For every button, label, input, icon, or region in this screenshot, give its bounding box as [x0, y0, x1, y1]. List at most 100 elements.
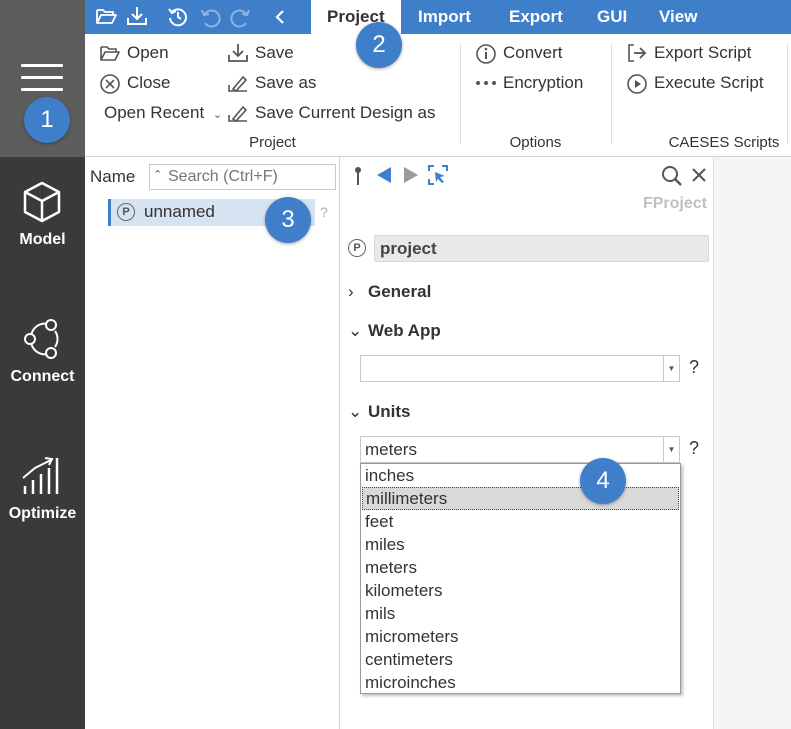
ribbon-divider [787, 44, 788, 144]
web-app-help-icon[interactable]: ? [689, 357, 699, 378]
execute-script-label: Execute Script [654, 73, 764, 92]
group-label-scripts: CAESES Scripts [668, 134, 780, 151]
download-icon [228, 44, 248, 62]
section-web-app-label: Web App [368, 321, 441, 340]
sidebar-item-label: Connect [10, 368, 75, 385]
tree-help-icon[interactable]: ? [320, 204, 328, 220]
more-dots-icon [476, 81, 496, 85]
close-circle-icon [100, 74, 120, 94]
back-arrow-icon[interactable] [376, 166, 392, 184]
open-label: Open [127, 43, 169, 62]
save-label: Save [255, 43, 294, 62]
units-option-meters[interactable]: meters [362, 556, 679, 579]
history-icon[interactable] [167, 6, 189, 28]
sidebar-item-optimize[interactable]: Optimize [0, 454, 85, 554]
units-option-kilometers[interactable]: kilometers [362, 579, 679, 602]
pen-save-icon [228, 105, 248, 123]
play-icon [627, 74, 647, 94]
export-script-label: Export Script [654, 43, 752, 62]
pin-icon[interactable] [353, 166, 363, 186]
web-app-select[interactable]: ▼ [360, 355, 680, 382]
folder-open-icon [100, 46, 120, 61]
project-type-icon: P [348, 239, 366, 257]
callout-badge-3: 3 [265, 197, 311, 243]
connect-icon [24, 319, 59, 359]
chart-bars-icon [22, 457, 59, 494]
menu-tab-bar: Project Import Export GUI View [85, 0, 791, 34]
units-option-micrometers[interactable]: micrometers [362, 625, 679, 648]
units-dropdown-list: inches millimeters feet miles meters kil… [360, 463, 681, 694]
project-type-icon: P [117, 203, 135, 221]
hamburger-icon-line [21, 88, 63, 91]
export-icon [628, 44, 647, 62]
search-icon[interactable] [661, 165, 683, 187]
units-option-microinches[interactable]: microinches [362, 671, 679, 694]
chevron-down-icon: ⌄ [348, 321, 363, 340]
chevron-down-icon: ⌄ [212, 109, 223, 121]
redo-icon[interactable] [230, 6, 252, 28]
object-type-label: FProject [642, 195, 707, 212]
dropdown-arrow-icon[interactable]: ▼ [663, 437, 679, 462]
callout-badge-2: 2 [356, 22, 402, 68]
close-label: Close [127, 73, 171, 92]
save-current-design-label: Save Current Design as [255, 103, 436, 122]
hamburger-icon [21, 64, 63, 67]
units-option-millimeters[interactable]: millimeters [362, 487, 679, 510]
dropdown-arrow-icon[interactable]: ▼ [663, 356, 679, 381]
search-input[interactable] [168, 167, 332, 187]
sidebar-item-model[interactable]: Model [0, 180, 85, 280]
save-as-label: Save as [255, 73, 317, 92]
tab-gui[interactable]: GUI [597, 0, 627, 34]
sidebar-item-label: Optimize [8, 505, 77, 522]
callout-badge-4: 4 [580, 458, 626, 504]
cube-icon [23, 181, 61, 223]
section-general[interactable]: › General [348, 282, 431, 302]
object-name-field[interactable]: project [374, 235, 709, 262]
group-label-options: Options [509, 134, 562, 151]
section-general-label: General [368, 282, 432, 301]
units-option-miles[interactable]: miles [362, 533, 679, 556]
units-option-inches[interactable]: inches [362, 464, 679, 487]
callout-badge-1: 1 [24, 97, 70, 143]
units-select-value: meters [365, 440, 417, 459]
chevron-right-icon: › [348, 282, 354, 301]
select-target-icon[interactable] [427, 164, 449, 186]
sidebar-item-label: Model [19, 231, 66, 248]
viewport-edge [713, 157, 791, 729]
units-option-mils[interactable]: mils [362, 602, 679, 625]
tree-item-label: unnamed [144, 202, 215, 221]
open-recent-dropdown[interactable]: Open Recent ⌄ [104, 101, 222, 125]
undo-icon[interactable] [199, 6, 221, 28]
units-select[interactable]: meters ▼ [360, 436, 680, 463]
pen-save-icon [228, 75, 248, 93]
ribbon-toolbar: Open Close Open Recent ⌄ Save Save as Sa… [85, 34, 791, 157]
hamburger-icon-line [21, 76, 63, 79]
units-option-feet[interactable]: feet [362, 510, 679, 533]
tab-view[interactable]: View [659, 0, 697, 34]
section-web-app[interactable]: ⌄ Web App [348, 321, 441, 341]
ribbon-divider [460, 44, 461, 144]
sort-up-icon[interactable]: ⌃ [153, 168, 162, 181]
units-option-centimeters[interactable]: centimeters [362, 648, 679, 671]
section-units-label: Units [368, 402, 411, 421]
forward-arrow-icon[interactable] [403, 166, 419, 184]
chevron-down-icon: ⌄ [348, 402, 363, 421]
info-icon [476, 44, 496, 64]
units-help-icon[interactable]: ? [689, 438, 699, 459]
search-box[interactable]: ⌃ [149, 164, 336, 190]
encryption-label: Encryption [503, 73, 584, 92]
group-label-project: Project [249, 134, 296, 151]
object-name-value: project [380, 239, 437, 258]
tab-import[interactable]: Import [418, 0, 471, 34]
tab-export[interactable]: Export [509, 0, 563, 34]
open-recent-label: Open Recent [104, 103, 205, 122]
section-units[interactable]: ⌄ Units [348, 402, 411, 422]
close-icon[interactable] [691, 167, 707, 183]
folder-open-icon[interactable] [95, 6, 117, 26]
sidebar-item-connect[interactable]: Connect [0, 317, 85, 417]
name-column-header: Name [90, 167, 136, 186]
object-tree-panel: Name ⌃ P unnamed ? [85, 157, 340, 729]
collapse-left-icon[interactable] [273, 9, 287, 25]
download-icon[interactable] [126, 6, 148, 26]
caeses-app-window: Model Connect Optimize Project Import Ex… [0, 0, 791, 729]
